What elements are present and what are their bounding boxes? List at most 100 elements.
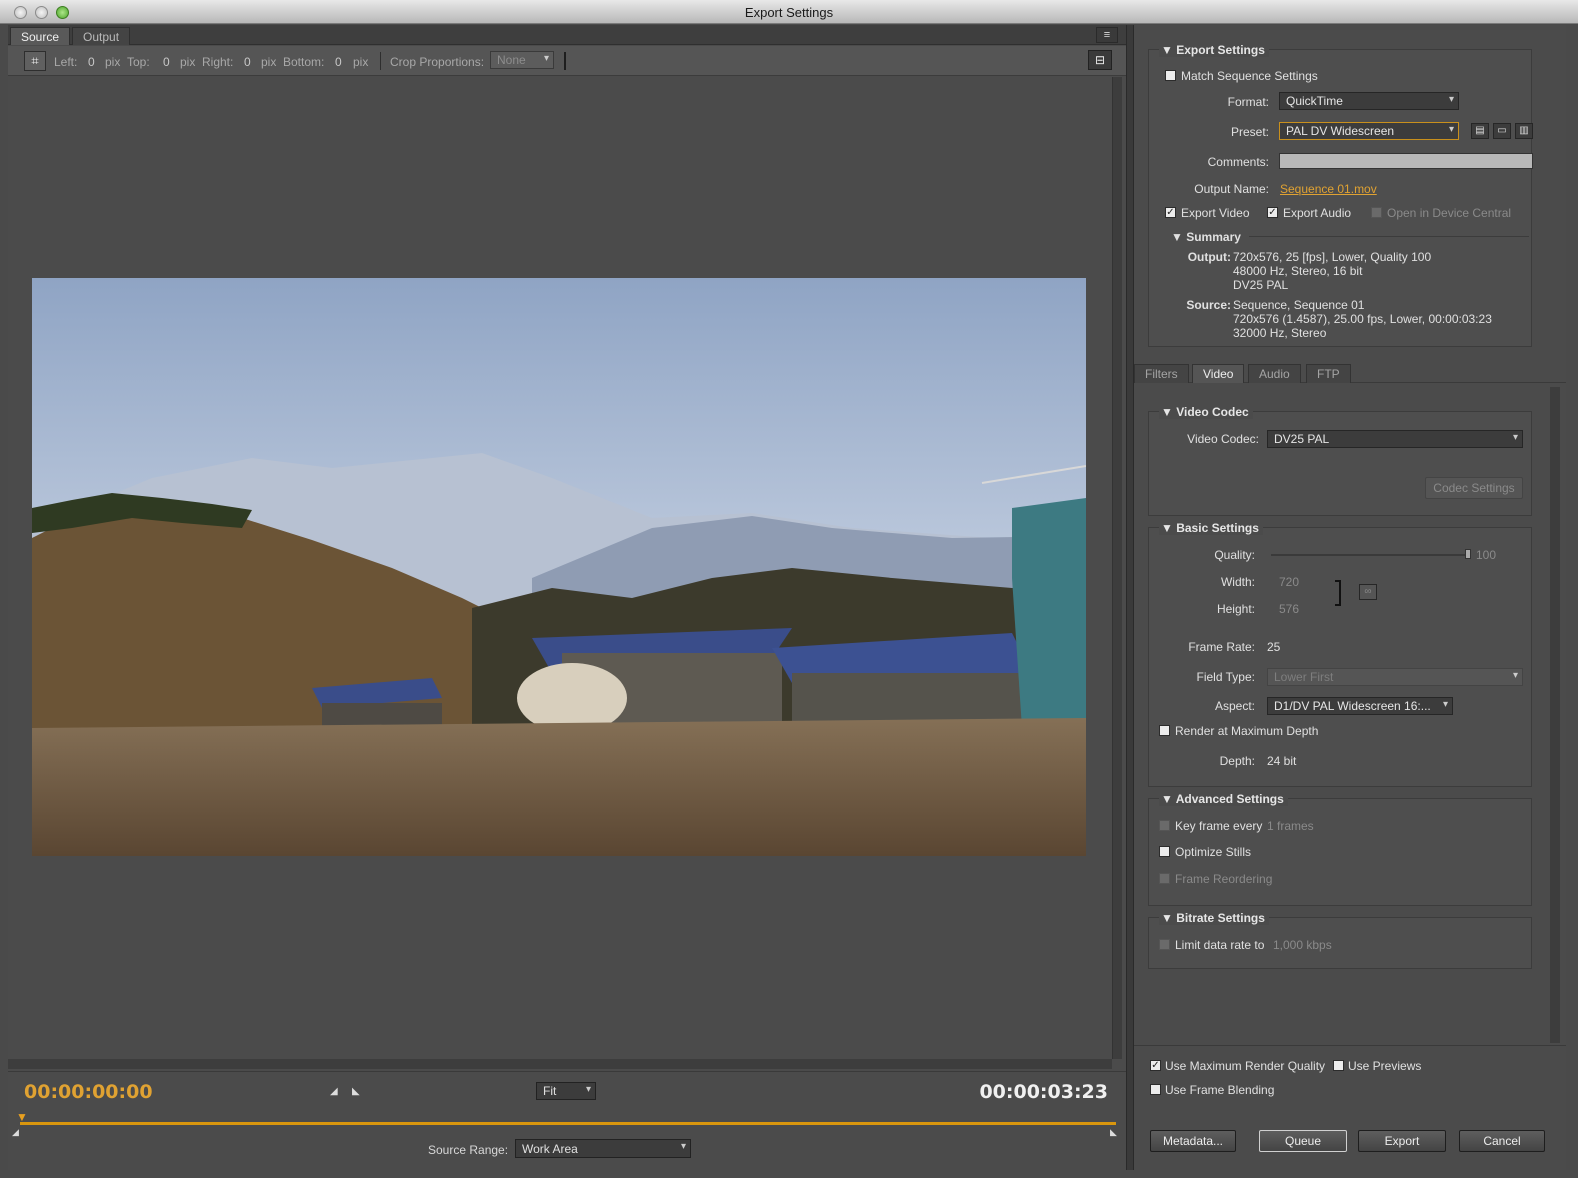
crop-right-value[interactable]: 0 [244,55,251,69]
crop-left-value[interactable]: 0 [88,55,95,69]
quality-slider[interactable] [1271,554,1471,556]
advanced-settings-heading[interactable]: ▼ Advanced Settings [1159,792,1288,806]
frame-rate-value[interactable]: 25 [1267,640,1280,654]
crop-proportions-select[interactable]: None ▾ [490,51,554,69]
chevron-down-icon: ▾ [1448,124,1454,135]
constrain-proportions-icon[interactable]: ∞ [1359,584,1377,600]
split-view-icon[interactable]: ⊟ [1088,50,1112,70]
zoom-level-select[interactable]: Fit ▾ [536,1082,596,1100]
export-button[interactable]: Export [1358,1130,1446,1152]
max-render-quality-label: Use Maximum Render Quality [1165,1059,1326,1073]
current-timecode[interactable]: 00:00:00:00 [24,1081,153,1103]
format-label: Format: [1227,95,1269,109]
video-codec-heading[interactable]: ▼ Video Codec [1159,405,1253,419]
max-render-quality-checkbox[interactable]: ✓ [1150,1060,1161,1071]
export-video-checkbox[interactable]: ✓ [1165,207,1176,218]
match-sequence-label: Match Sequence Settings [1181,69,1318,83]
use-previews-checkbox[interactable] [1333,1060,1344,1071]
output-name-label: Output Name: [1194,182,1269,196]
chevron-down-icon: ▾ [1442,699,1448,710]
output-name-link[interactable]: Sequence 01.mov [1280,182,1377,196]
aspect-select[interactable]: D1/DV PAL Widescreen 16:... ▾ [1267,697,1453,715]
codec-settings-button[interactable]: Codec Settings [1425,477,1523,499]
cancel-button[interactable]: Cancel [1459,1130,1545,1152]
crop-right-label: Right: [202,55,234,69]
save-preset-icon[interactable]: ▤ [1471,123,1489,139]
export-settings-window: Export Settings Source Output ≡ ⌗ Left: … [0,0,1578,1178]
preset-select[interactable]: PAL DV Widescreen ▾ [1279,122,1459,140]
tab-video[interactable]: Video [1192,364,1245,383]
tab-source[interactable]: Source [10,27,71,45]
width-label: Width: [1220,575,1255,589]
tab-audio[interactable]: Audio [1248,364,1301,383]
field-type-select[interactable]: Lower First ▾ [1267,668,1523,686]
comments-input[interactable] [1279,153,1533,169]
landscape-image [32,278,1086,856]
export-video-label: Export Video [1181,206,1250,220]
settings-scrollbar[interactable] [1550,387,1560,1043]
export-audio-checkbox[interactable]: ✓ [1267,207,1278,218]
set-out-point-icon[interactable]: ◣ [352,1086,362,1097]
bitrate-settings-heading[interactable]: ▼ Bitrate Settings [1159,911,1269,925]
frame-blending-checkbox[interactable] [1150,1084,1161,1095]
summary-heading[interactable]: ▼ Summary [1171,230,1241,244]
disclosure-triangle-icon: ▼ [1171,230,1187,244]
aspect-label: Aspect: [1214,699,1255,713]
queue-button[interactable]: Queue [1259,1130,1347,1152]
keyframe-checkbox[interactable] [1159,820,1170,831]
crop-bottom-value[interactable]: 0 [335,55,342,69]
optimize-stills-checkbox[interactable] [1159,846,1170,857]
out-point-marker-icon[interactable]: ◣ [1110,1127,1118,1137]
video-codec-select[interactable]: DV25 PAL ▾ [1267,430,1523,448]
format-select[interactable]: QuickTime ▾ [1279,92,1459,110]
preview-vertical-scrollbar[interactable] [1112,77,1122,1059]
open-device-central-checkbox[interactable] [1371,207,1382,218]
advanced-settings-title: Advanced Settings [1175,792,1284,806]
limit-data-rate-value[interactable]: 1,000 kbps [1273,938,1332,952]
quality-value[interactable]: 100 [1476,548,1496,562]
tab-ftp[interactable]: FTP [1306,364,1351,383]
crop-bottom-unit: pix [353,55,369,69]
preview-horizontal-scrollbar[interactable] [8,1059,1112,1069]
source-range-select[interactable]: Work Area ▾ [515,1139,691,1158]
delete-preset-icon[interactable]: ▥ [1515,123,1533,139]
set-in-point-icon[interactable]: ◢ [330,1086,340,1097]
match-sequence-checkbox[interactable] [1165,70,1176,81]
depth-label: Depth: [1219,754,1255,768]
bitrate-settings-group: ▼ Bitrate Settings Limit data rate to 1,… [1148,911,1532,969]
crop-proportions-label: Crop Proportions: [390,55,485,69]
video-codec-group: ▼ Video Codec Video Codec: DV25 PAL ▾ Cod… [1148,405,1532,516]
crop-top-value[interactable]: 0 [163,55,170,69]
height-label: Height: [1216,602,1255,616]
export-settings-heading[interactable]: ▼ Export Settings [1159,43,1269,57]
source-range-value: Work Area [522,1142,578,1156]
crop-icon[interactable]: ⌗ [24,51,46,71]
summary-output-line: DV25 PAL [1233,278,1289,292]
quality-slider-handle[interactable] [1465,549,1471,559]
chevron-down-icon: ▾ [1448,94,1454,105]
import-preset-icon[interactable]: ▭ [1493,123,1511,139]
in-point-marker-icon[interactable]: ◢ [12,1127,20,1137]
panel-splitter[interactable] [1126,25,1134,1170]
zoom-level-value: Fit [543,1084,557,1098]
metadata-button[interactable]: Metadata... [1150,1130,1236,1152]
basic-settings-heading[interactable]: ▼ Basic Settings [1159,521,1263,535]
preview-viewer [8,77,1112,1059]
width-value[interactable]: 720 [1279,575,1299,589]
frame-reordering-checkbox[interactable] [1159,873,1170,884]
crop-bottom-label: Bottom: [283,55,325,69]
limit-data-rate-checkbox[interactable] [1159,939,1170,950]
tab-filters[interactable]: Filters [1134,364,1189,383]
preview-panel: Source Output ≡ ⌗ Left: 0 pix Top: 0 pix… [8,25,1126,1170]
disclosure-triangle-icon: ▼ [1161,792,1176,806]
height-value[interactable]: 576 [1279,602,1299,616]
crop-top-label: Top: [127,55,150,69]
keyframe-value[interactable]: 1 frames [1267,819,1314,833]
settings-tabs: Filters Video Audio FTP [1134,363,1566,383]
render-max-depth-checkbox[interactable] [1159,725,1170,736]
crop-toolbar: ⌗ Left: 0 pix Top: 0 pix Right: 0 pix Bo… [8,46,1126,76]
field-type-value: Lower First [1274,670,1334,684]
tab-output[interactable]: Output [72,27,131,45]
timeline-track[interactable] [20,1122,1116,1125]
panel-menu-icon[interactable]: ≡ [1096,27,1118,43]
